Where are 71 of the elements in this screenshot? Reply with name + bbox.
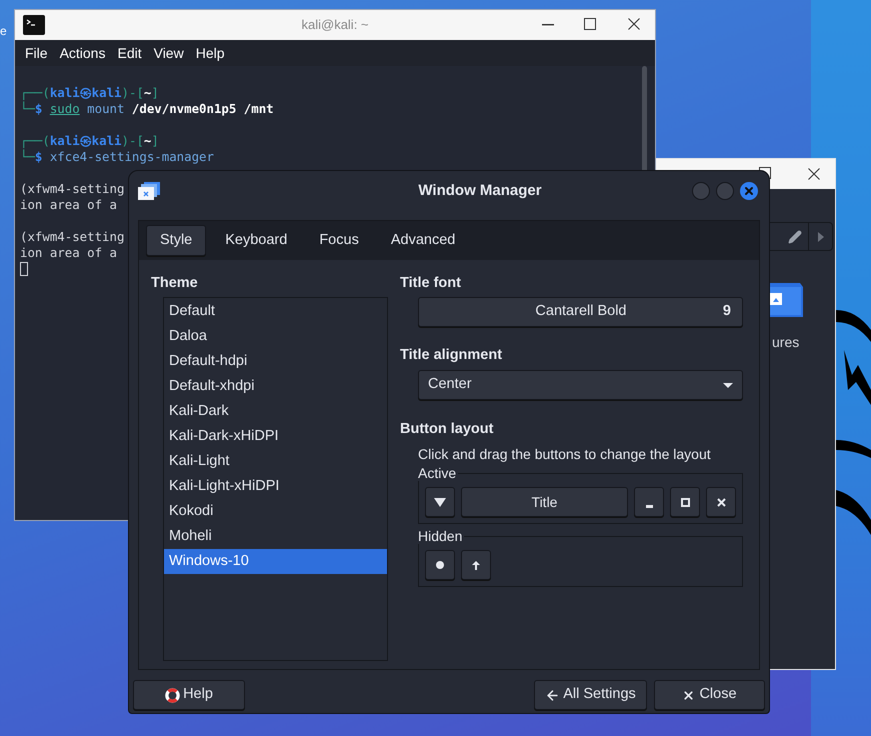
close-button[interactable] [706, 487, 736, 517]
folder-label: ures [772, 333, 800, 352]
font-name: Cantarell Bold [534, 302, 628, 322]
stick-button[interactable] [425, 550, 455, 580]
window-title: kali@kali: ~ [301, 16, 369, 34]
terminal-line: ion area of a [20, 245, 117, 261]
close-icon [743, 185, 755, 197]
dot-icon [436, 561, 444, 569]
terminal-line: (xfwm4-setting [20, 181, 124, 197]
maximize-icon [680, 498, 690, 506]
terminal-line: ┌──(kali㉿kali)-[~] [20, 133, 159, 149]
menu-item[interactable]: Actions [54, 42, 112, 64]
arrow-up-icon [472, 560, 480, 570]
close-icon[interactable] [808, 168, 820, 180]
font-size: 9 [722, 302, 732, 322]
all-settings-button[interactable]: All Settings [534, 680, 647, 710]
minimize-icon [646, 504, 652, 508]
menu-item[interactable]: Help [190, 42, 230, 64]
tab[interactable]: Advanced [378, 225, 468, 256]
minimize-button[interactable] [634, 487, 664, 517]
title-button[interactable]: Title [461, 487, 628, 517]
minimize-icon[interactable] [542, 24, 554, 26]
lifebuoy-icon [165, 688, 180, 702]
tab[interactable]: Style [146, 225, 206, 256]
tab[interactable]: Focus [306, 225, 372, 256]
window-title: Window Manager [418, 180, 542, 201]
theme-item[interactable]: Moheli [164, 524, 387, 549]
shade-button[interactable] [461, 550, 491, 580]
help-button[interactable]: Help [133, 680, 245, 710]
terminal-icon [23, 15, 45, 35]
theme-item[interactable]: Kali-Light [164, 449, 387, 474]
theme-item[interactable]: Kali-Dark-xHiDPI [164, 424, 387, 449]
section-label: Button layout [400, 420, 494, 438]
font-button[interactable]: Cantarell Bold 9 [418, 297, 743, 327]
section-label: Theme [151, 274, 199, 292]
pencil-icon [788, 230, 802, 244]
caret-icon [723, 382, 733, 388]
triangle-down-icon [434, 498, 446, 506]
section-label: Title font [400, 274, 462, 292]
terminal-line: (xfwm4-setting [20, 229, 124, 245]
theme-item[interactable]: Kokodi [164, 499, 387, 524]
menu-item[interactable]: Edit [111, 42, 148, 64]
arrow-right-icon [818, 232, 824, 242]
theme-item[interactable]: Kali-Light-xHiDPI [164, 474, 387, 499]
close-icon [716, 498, 726, 506]
menu-item[interactable]: View [148, 42, 190, 64]
group-label: Hidden [418, 528, 464, 544]
desktop-icon-label: e [0, 23, 7, 40]
alignment-dropdown[interactable]: Center [418, 370, 743, 400]
close-button[interactable]: Close [654, 680, 765, 710]
terminal-line: └─$ sudo mount /dev/nvme0n1p5 /mnt [20, 101, 274, 117]
hint-text: Click and drag the buttons to change the layout [418, 445, 712, 463]
theme-item[interactable]: Default [164, 299, 387, 324]
theme-item[interactable]: Default-hdpi [164, 349, 387, 374]
close-icon[interactable] [628, 18, 640, 30]
terminal-line: └─$ xfce4-settings-manager [20, 149, 214, 165]
theme-item[interactable]: Windows-10 [164, 549, 387, 574]
terminal-line: ┌──(kali㉿kali)-[~] [20, 85, 159, 101]
menu-button[interactable] [425, 487, 455, 517]
tab[interactable]: Keyboard [212, 225, 300, 256]
theme-item[interactable]: Daloa [164, 324, 387, 349]
section-label: Title alignment [400, 346, 504, 364]
group-label: Active [418, 465, 458, 481]
theme-item[interactable]: Kali-Dark [164, 399, 387, 424]
close-icon [682, 688, 696, 702]
theme-item[interactable]: Default-xhdpi [164, 374, 387, 399]
maximize-icon[interactable] [584, 18, 596, 30]
terminal-line: ion area of a [20, 197, 117, 213]
maximize-button[interactable] [670, 487, 700, 517]
window-manager-icon [138, 182, 160, 200]
menu-item[interactable]: File [19, 42, 54, 64]
